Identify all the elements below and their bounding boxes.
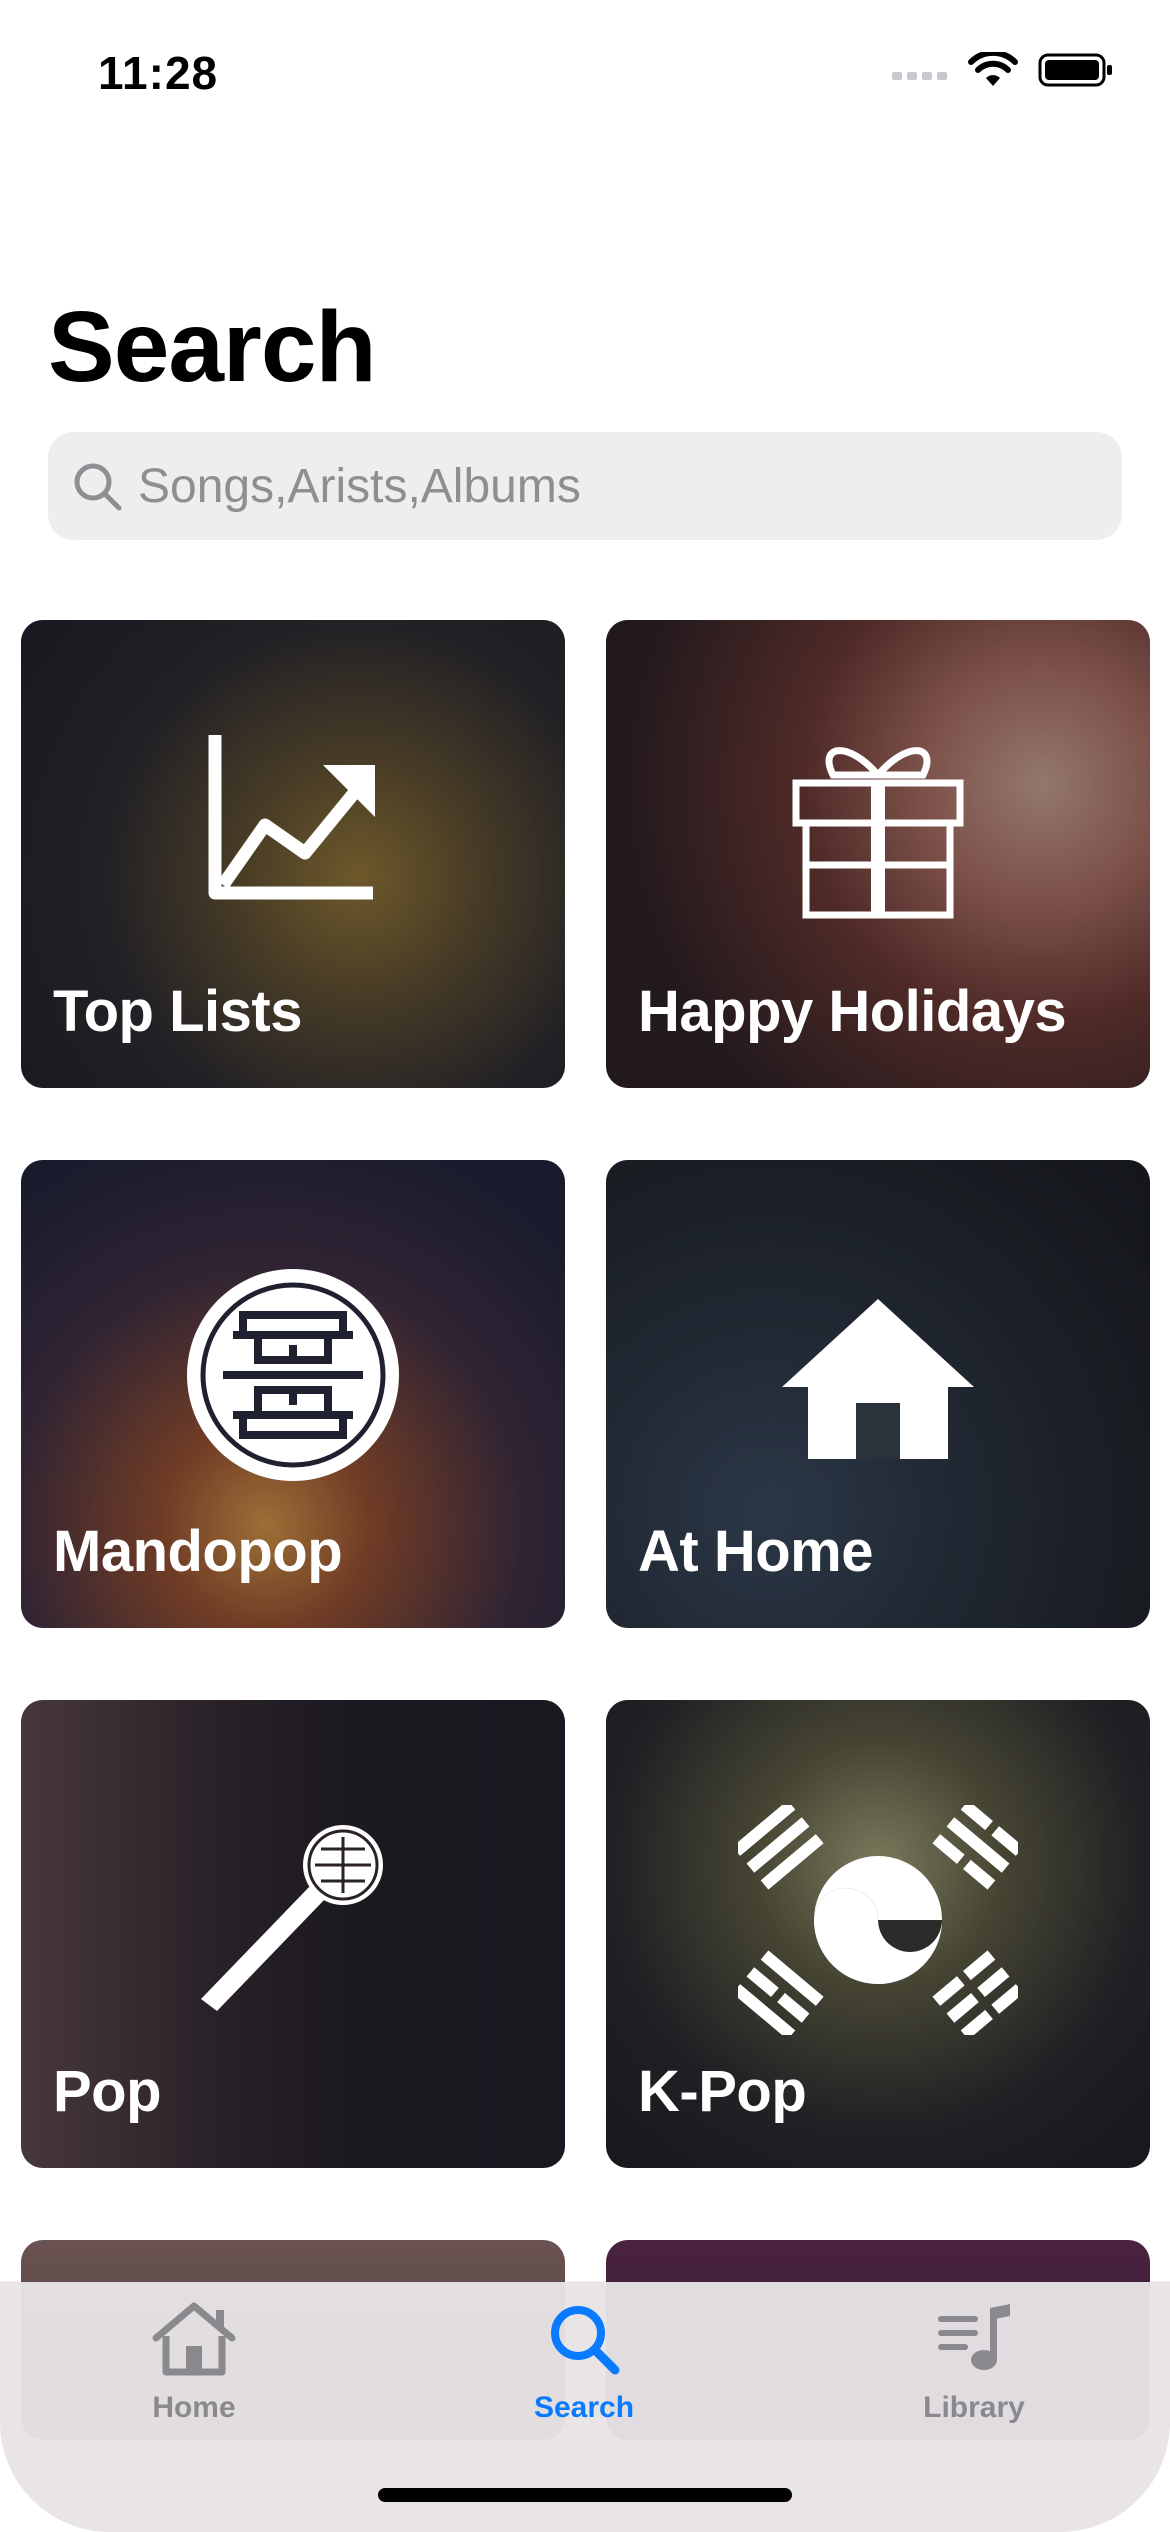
search-icon [547,2302,621,2381]
chinese-knot-emblem-icon [21,1160,565,1500]
status-time: 11:28 [98,47,219,99]
cellular-signal-icon [892,60,948,85]
category-label: Happy Holidays [638,979,1067,1044]
microphone-icon [21,1700,565,2040]
category-tile-happy-holidays[interactable]: Happy Holidays [606,620,1150,1088]
gift-icon [606,620,1150,960]
chart-trending-up-icon [21,620,565,960]
status-icons [892,49,1114,93]
category-label: Mandopop [53,1519,343,1584]
home-indicator [378,2488,792,2502]
search-bar[interactable] [48,432,1122,540]
tab-library[interactable]: Library [854,2302,1094,2452]
wifi-icon [968,49,1018,93]
status-bar: 11:28 [0,0,1170,150]
category-label: K-Pop [638,2059,807,2124]
page-title: Search [48,291,377,403]
tab-search-label: Search [533,2391,635,2424]
battery-icon [1038,52,1114,93]
house-icon [606,1160,1150,1500]
tab-home[interactable]: Home [74,2302,314,2452]
tab-home-label: Home [152,2391,236,2424]
category-tile-pop[interactable]: Pop [21,1700,565,2168]
category-tile-k-pop[interactable]: K-Pop [606,1700,1150,2168]
tab-search[interactable]: Search [464,2302,704,2452]
home-icon [152,2302,236,2381]
category-label: At Home [638,1519,873,1584]
taegeuk-flag-icon [606,1700,1150,2040]
search-icon [70,459,124,518]
tab-library-label: Library [923,2391,1025,2424]
category-label: Pop [53,2059,162,2124]
music-library-icon [934,2302,1014,2381]
search-input[interactable] [138,432,1098,540]
category-tile-at-home[interactable]: At Home [606,1160,1150,1628]
category-label: Top Lists [53,979,302,1044]
category-tile-top-lists[interactable]: Top Lists [21,620,565,1088]
category-tile-mandopop[interactable]: Mandopop [21,1160,565,1628]
